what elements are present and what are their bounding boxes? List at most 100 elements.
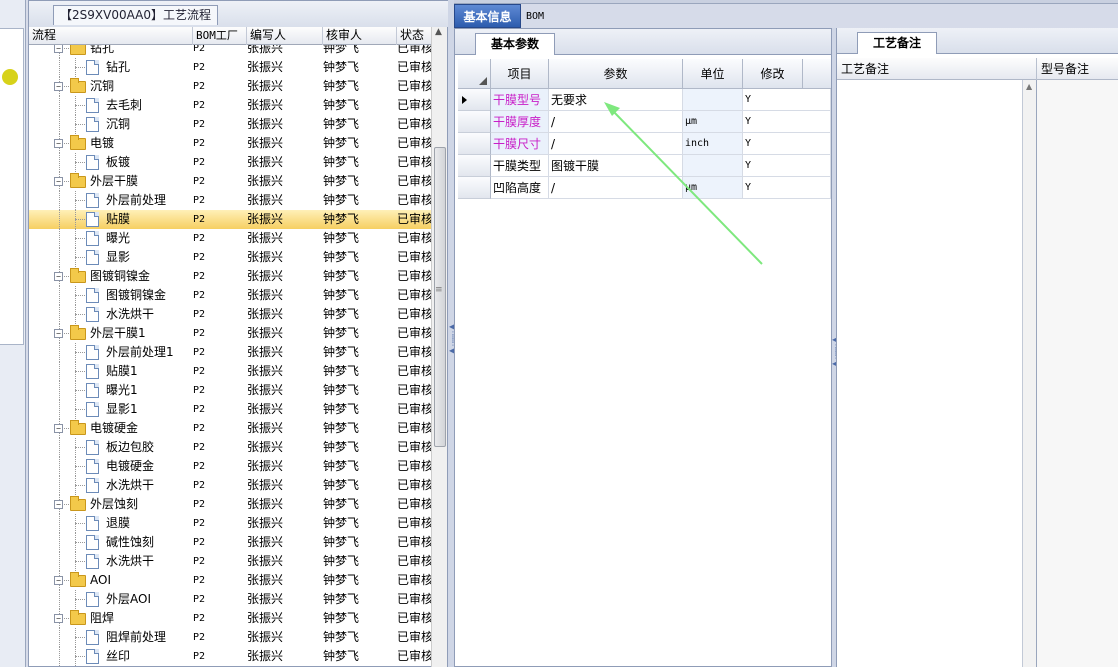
tree-step-row[interactable]: 水洗烘干 P2 张振兴 钟梦飞 已审核 <box>29 305 431 324</box>
collapse-icon[interactable]: − <box>54 45 63 53</box>
tree-node-label: 外层干膜 <box>90 174 139 188</box>
tab-bom[interactable]: BOM <box>526 7 566 27</box>
collapse-icon[interactable]: − <box>54 576 63 585</box>
bom-factory-cell: P2 <box>193 62 206 73</box>
writer-cell: 张振兴 <box>247 45 284 55</box>
col-header-status[interactable]: 状态 <box>397 27 431 45</box>
tree-step-row[interactable]: 退膜 P2 张振兴 钟梦飞 已审核 <box>29 514 431 533</box>
tree-node-label: 板边包胶 <box>106 440 155 454</box>
tree-step-row[interactable]: 碱性蚀刻 P2 张振兴 钟梦飞 已审核 <box>29 533 431 552</box>
row-indicator[interactable] <box>458 89 491 111</box>
tree-step-row[interactable]: 外层前处理 P2 张振兴 钟梦飞 已审核 <box>29 191 431 210</box>
tree-step-row[interactable]: 阻焊前处理 P2 张振兴 钟梦飞 已审核 <box>29 628 431 647</box>
tree-step-row[interactable]: 显影1 P2 张振兴 钟梦飞 已审核 <box>29 400 431 419</box>
tab-basic-info[interactable]: 基本信息 <box>454 4 521 28</box>
param-row[interactable]: 干膜型号 无要求 Y <box>458 89 831 111</box>
tree-step-row[interactable]: 外层前处理1 P2 张振兴 钟梦飞 已审核 <box>29 343 431 362</box>
col-header-model-note[interactable]: 型号备注 <box>1037 58 1118 80</box>
bom-factory-cell: P2 <box>193 518 206 529</box>
collapse-icon[interactable]: − <box>54 500 63 509</box>
param-row[interactable]: 干膜类型 图镀干膜 Y <box>458 155 831 177</box>
tree-folder-row[interactable]: − 阻焊 P2 张振兴 钟梦飞 已审核 <box>29 609 431 628</box>
param-value-cell[interactable]: / <box>549 133 683 155</box>
tree-step-row[interactable]: 贴膜1 P2 张振兴 钟梦飞 已审核 <box>29 362 431 381</box>
row-indicator[interactable] <box>458 111 491 133</box>
tree-folder-row[interactable]: − 沉铜 P2 张振兴 钟梦飞 已审核 <box>29 77 431 96</box>
tree-node-label: 阻焊 <box>90 611 115 625</box>
tree-step-row[interactable]: 曝光1 P2 张振兴 钟梦飞 已审核 <box>29 381 431 400</box>
param-row[interactable]: 干膜尺寸 / inch Y <box>458 133 831 155</box>
tree-step-row[interactable]: 板边包胶 P2 张振兴 钟梦飞 已审核 <box>29 438 431 457</box>
bom-factory-cell: P2 <box>193 499 206 510</box>
collapse-icon[interactable]: − <box>54 329 63 338</box>
bom-factory-cell: P2 <box>193 252 206 263</box>
tree-node-label: 钻孔 <box>106 60 131 74</box>
tree-folder-row[interactable]: − AOI P2 张振兴 钟梦飞 已审核 <box>29 571 431 590</box>
process-note-textarea[interactable] <box>837 80 1023 667</box>
status-cell: 已审核 <box>397 383 431 397</box>
collapse-icon[interactable]: − <box>54 614 63 623</box>
param-value-cell[interactable]: 无要求 <box>549 89 683 111</box>
col-header-bom[interactable]: BOM工厂 <box>193 27 247 45</box>
notes-header: 工艺备注 型号备注 <box>837 58 1118 80</box>
model-note-textarea[interactable] <box>1037 80 1118 667</box>
tree-folder-row[interactable]: − 图镀铜镍金 P2 张振兴 钟梦飞 已审核 <box>29 267 431 286</box>
collapse-icon[interactable]: − <box>54 272 63 281</box>
param-row[interactable]: 凹陷高度 / μm Y <box>458 177 831 199</box>
tab-process-notes[interactable]: 工艺备注 <box>857 32 937 54</box>
tree-step-row[interactable]: 丝印 P2 张振兴 钟梦飞 已审核 <box>29 647 431 666</box>
process-flow-title[interactable]: 【2S9XV00AA0】工艺流程 <box>53 5 218 25</box>
tree-folder-row[interactable]: − 外层蚀刻 P2 张振兴 钟梦飞 已审核 <box>29 495 431 514</box>
tree-step-row[interactable]: 外层AOI P2 张振兴 钟梦飞 已审核 <box>29 590 431 609</box>
tree-folder-row[interactable]: − 电镀硬金 P2 张振兴 钟梦飞 已审核 <box>29 419 431 438</box>
tree-step-row[interactable]: 钻孔 P2 张振兴 钟梦飞 已审核 <box>29 58 431 77</box>
folder-icon <box>70 496 86 511</box>
tree-folder-row[interactable]: − 钻孔 P2 张振兴 钟梦飞 已审核 <box>29 45 431 58</box>
col-header-process-note[interactable]: 工艺备注 <box>837 58 1037 80</box>
param-value-cell[interactable]: 图镀干膜 <box>549 155 683 177</box>
bom-factory-cell: P2 <box>193 233 206 244</box>
scroll-up-arrow-icon[interactable]: ▲ <box>1026 82 1032 91</box>
col-header-param[interactable]: 参数 <box>549 59 683 89</box>
tree-scrollbar[interactable]: ▲ ≡ <box>431 27 447 667</box>
writer-cell: 张振兴 <box>247 117 284 131</box>
col-header-reviewer[interactable]: 核审人 <box>323 27 397 45</box>
collapse-icon[interactable]: − <box>54 139 63 148</box>
collapse-icon[interactable]: − <box>54 82 63 91</box>
tree-step-row[interactable]: 显影 P2 张振兴 钟梦飞 已审核 <box>29 248 431 267</box>
tree-step-row[interactable]: 去毛刺 P2 张振兴 钟梦飞 已审核 <box>29 96 431 115</box>
collapse-icon[interactable]: − <box>54 177 63 186</box>
param-value-cell[interactable]: / <box>549 177 683 199</box>
col-header-modify[interactable]: 修改 <box>743 59 803 89</box>
tree-scroll-thumb[interactable] <box>434 147 446 447</box>
tree-step-row[interactable]: 水洗烘干 P2 张振兴 钟梦飞 已审核 <box>29 476 431 495</box>
col-header-flow[interactable]: 流程 <box>29 27 193 45</box>
tree-folder-row[interactable]: − 外层干膜1 P2 张振兴 钟梦飞 已审核 <box>29 324 431 343</box>
document-icon <box>86 649 99 664</box>
bom-factory-cell: P2 <box>193 613 206 624</box>
col-header-writer[interactable]: 编写人 <box>247 27 323 45</box>
tree-step-row[interactable]: 贴膜 P2 张振兴 钟梦飞 已审核 <box>29 210 431 229</box>
tree-step-row[interactable]: 曝光 P2 张振兴 钟梦飞 已审核 <box>29 229 431 248</box>
status-cell: 已审核 <box>397 440 431 454</box>
tree-folder-row[interactable]: − 电镀 P2 张振兴 钟梦飞 已审核 <box>29 134 431 153</box>
tree-step-row[interactable]: 沉铜 P2 张振兴 钟梦飞 已审核 <box>29 115 431 134</box>
row-indicator[interactable] <box>458 177 491 199</box>
scroll-up-arrow-icon[interactable]: ▲ <box>435 27 442 37</box>
param-value-cell[interactable]: / <box>549 111 683 133</box>
param-row[interactable]: 干膜厚度 / μm Y <box>458 111 831 133</box>
tree-step-row[interactable]: 板镀 P2 张振兴 钟梦飞 已审核 <box>29 153 431 172</box>
tree-step-row[interactable]: 图镀铜镍金 P2 张振兴 钟梦飞 已审核 <box>29 286 431 305</box>
notes-scrollbar[interactable]: ▲ <box>1023 80 1037 667</box>
tree-step-row[interactable]: 水洗烘干 P2 张振兴 钟梦飞 已审核 <box>29 552 431 571</box>
writer-cell: 张振兴 <box>247 383 284 397</box>
tab-basic-params[interactable]: 基本参数 <box>475 33 555 55</box>
col-header-unit[interactable]: 单位 <box>683 59 743 89</box>
tree-folder-row[interactable]: − 外层干膜 P2 张振兴 钟梦飞 已审核 <box>29 172 431 191</box>
folder-icon <box>70 572 86 587</box>
row-indicator[interactable] <box>458 155 491 177</box>
tree-step-row[interactable]: 电镀硬金 P2 张振兴 钟梦飞 已审核 <box>29 457 431 476</box>
row-indicator[interactable] <box>458 133 491 155</box>
col-header-item[interactable]: 项目 <box>491 59 549 89</box>
collapse-icon[interactable]: − <box>54 424 63 433</box>
